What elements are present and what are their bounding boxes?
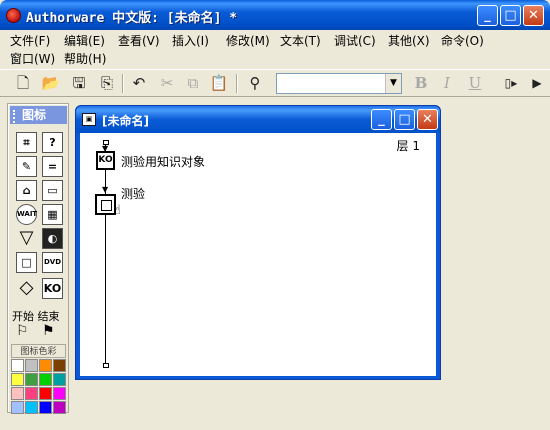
- color-swatch[interactable]: [53, 387, 66, 400]
- menu-commands[interactable]: 命令(O): [441, 32, 484, 50]
- design-window-title-bar[interactable]: ▣ [未命名] _ □ ✕: [76, 106, 440, 133]
- icon-color-swatches: [11, 359, 67, 415]
- window-title: Authorware 中文版: [未命名] *: [26, 11, 238, 26]
- color-swatch[interactable]: [53, 401, 66, 414]
- start-flag-icon[interactable]: ⚐: [16, 324, 38, 338]
- color-swatch[interactable]: [53, 359, 66, 372]
- paste-icon[interactable]: 📋: [208, 73, 230, 94]
- flow-arrow-icon: ▼: [102, 185, 109, 194]
- maximize-button[interactable]: □: [500, 5, 521, 26]
- run-icon[interactable]: ▯▸: [500, 73, 522, 94]
- interaction-icon[interactable]: ▦: [42, 204, 63, 225]
- display-icon[interactable]: ⌗: [16, 132, 37, 153]
- color-swatch[interactable]: [25, 401, 38, 414]
- start-end-label: 开始 结束: [12, 310, 60, 323]
- sound-icon[interactable]: DVD: [42, 252, 63, 273]
- icon-palette: 图标 ⌗ ? ✎ = ⌂ ▭ WAIT ▦ ▽ ◐ □ DVD ◇ KO 开始 …: [7, 103, 69, 415]
- video-icon[interactable]: ◇: [16, 278, 37, 299]
- grip-icon[interactable]: [13, 110, 17, 123]
- menu-bar: 文件(F) 编辑(E) 查看(V) 插入(I) 修改(M) 文本(T) 调试(C…: [0, 30, 550, 68]
- decision-icon[interactable]: WAIT: [16, 204, 37, 225]
- menu-insert[interactable]: 插入(I): [172, 32, 209, 50]
- color-swatch[interactable]: [11, 387, 24, 400]
- color-swatch[interactable]: [11, 401, 24, 414]
- menu-window[interactable]: 窗口(W): [10, 50, 55, 68]
- palette-title: 图标: [22, 108, 47, 122]
- color-swatch[interactable]: [25, 387, 38, 400]
- hand-cursor-icon: ☝: [113, 203, 121, 218]
- toolbar-separator: [236, 74, 238, 93]
- flowline-end-cap: [103, 363, 109, 368]
- title-bar[interactable]: Authorware 中文版: [未命名] * _ □ ✕: [0, 0, 550, 30]
- color-swatch[interactable]: [39, 387, 52, 400]
- color-swatch[interactable]: [11, 373, 24, 386]
- flowline: [105, 143, 106, 365]
- node-label-knowledge-object[interactable]: 测验用知识对象: [121, 153, 205, 170]
- menu-debug[interactable]: 调试(C): [334, 32, 376, 50]
- layer-label: 层 1: [396, 139, 420, 153]
- bold-button[interactable]: B: [410, 73, 432, 94]
- menu-view[interactable]: 查看(V): [118, 32, 160, 50]
- authorware-main-window: Authorware 中文版: [未命名] * _ □ ✕ 文件(F) 编辑(E…: [0, 0, 550, 430]
- design-window-icon[interactable]: ▣: [82, 113, 96, 126]
- color-swatch[interactable]: [39, 401, 52, 414]
- child-minimize-button[interactable]: _: [371, 109, 392, 130]
- minimize-button[interactable]: _: [477, 5, 498, 26]
- save-all-icon[interactable]: 🖫: [68, 73, 90, 94]
- chevron-down-icon[interactable]: ▼: [385, 74, 401, 93]
- menu-edit[interactable]: 编辑(E): [64, 32, 105, 50]
- child-close-button[interactable]: ✕: [417, 109, 438, 130]
- child-maximize-button[interactable]: □: [394, 109, 415, 130]
- calculation-icon[interactable]: ▽: [16, 228, 37, 249]
- color-swatch[interactable]: [39, 359, 52, 372]
- design-window: ▣ [未命名] _ □ ✕ 层 1 ▼ KO 测验用知识对象 ▼ ☝ 测验: [75, 105, 441, 380]
- cut-icon[interactable]: ✂: [156, 73, 178, 94]
- find-icon[interactable]: ⚲: [244, 73, 266, 94]
- framework-icon[interactable]: ▭: [42, 180, 63, 201]
- import-icon[interactable]: ⎘: [96, 73, 118, 94]
- font-style-combo[interactable]: ▼: [276, 73, 402, 94]
- wait-icon[interactable]: =: [42, 156, 63, 177]
- menu-text[interactable]: 文本(T): [280, 32, 321, 50]
- underline-button[interactable]: U: [464, 73, 486, 94]
- toolbar-separator: [122, 74, 124, 93]
- authorware-logo-icon[interactable]: [6, 8, 21, 23]
- node-label-quiz[interactable]: 测验: [121, 185, 145, 202]
- italic-button[interactable]: I: [436, 73, 458, 94]
- color-swatch[interactable]: [11, 359, 24, 372]
- knowledge-object-node-icon[interactable]: KO: [96, 151, 115, 170]
- menu-modify[interactable]: 修改(M): [226, 32, 270, 50]
- color-swatch[interactable]: [25, 359, 38, 372]
- design-window-title: [未命名]: [102, 114, 149, 128]
- motion-icon[interactable]: ?: [42, 132, 63, 153]
- palette-header[interactable]: 图标: [10, 106, 67, 124]
- menu-file[interactable]: 文件(F): [10, 32, 50, 50]
- navigate-icon[interactable]: ⌂: [16, 180, 37, 201]
- new-file-icon[interactable]: 🗋: [12, 73, 34, 94]
- map-icon[interactable]: ◐: [42, 228, 63, 249]
- end-flag-icon[interactable]: ⚑: [42, 324, 64, 338]
- flowline-canvas[interactable]: 层 1 ▼ KO 测验用知识对象 ▼ ☝ 测验: [80, 133, 436, 376]
- knowledge-object-icon[interactable]: KO: [42, 278, 63, 299]
- icon-color-label: 图标色彩: [11, 344, 66, 358]
- color-swatch[interactable]: [39, 373, 52, 386]
- control-panel-icon[interactable]: ▶: [526, 73, 548, 94]
- copy-icon[interactable]: ⧉: [182, 73, 204, 94]
- color-swatch[interactable]: [53, 373, 66, 386]
- undo-icon[interactable]: ↶: [128, 73, 150, 94]
- open-folder-icon[interactable]: 📂: [40, 73, 62, 94]
- color-swatch[interactable]: [25, 373, 38, 386]
- erase-icon[interactable]: ✎: [16, 156, 37, 177]
- close-button[interactable]: ✕: [523, 5, 544, 26]
- menu-other[interactable]: 其他(X): [388, 32, 430, 50]
- menu-help[interactable]: 帮助(H): [64, 50, 106, 68]
- toolbar: 🗋 📂 🖫 ⎘ ↶ ✂ ⧉ 📋 ⚲ ▼ B I U ▯▸ ▶: [0, 69, 550, 97]
- digital-movie-icon[interactable]: □: [16, 252, 37, 273]
